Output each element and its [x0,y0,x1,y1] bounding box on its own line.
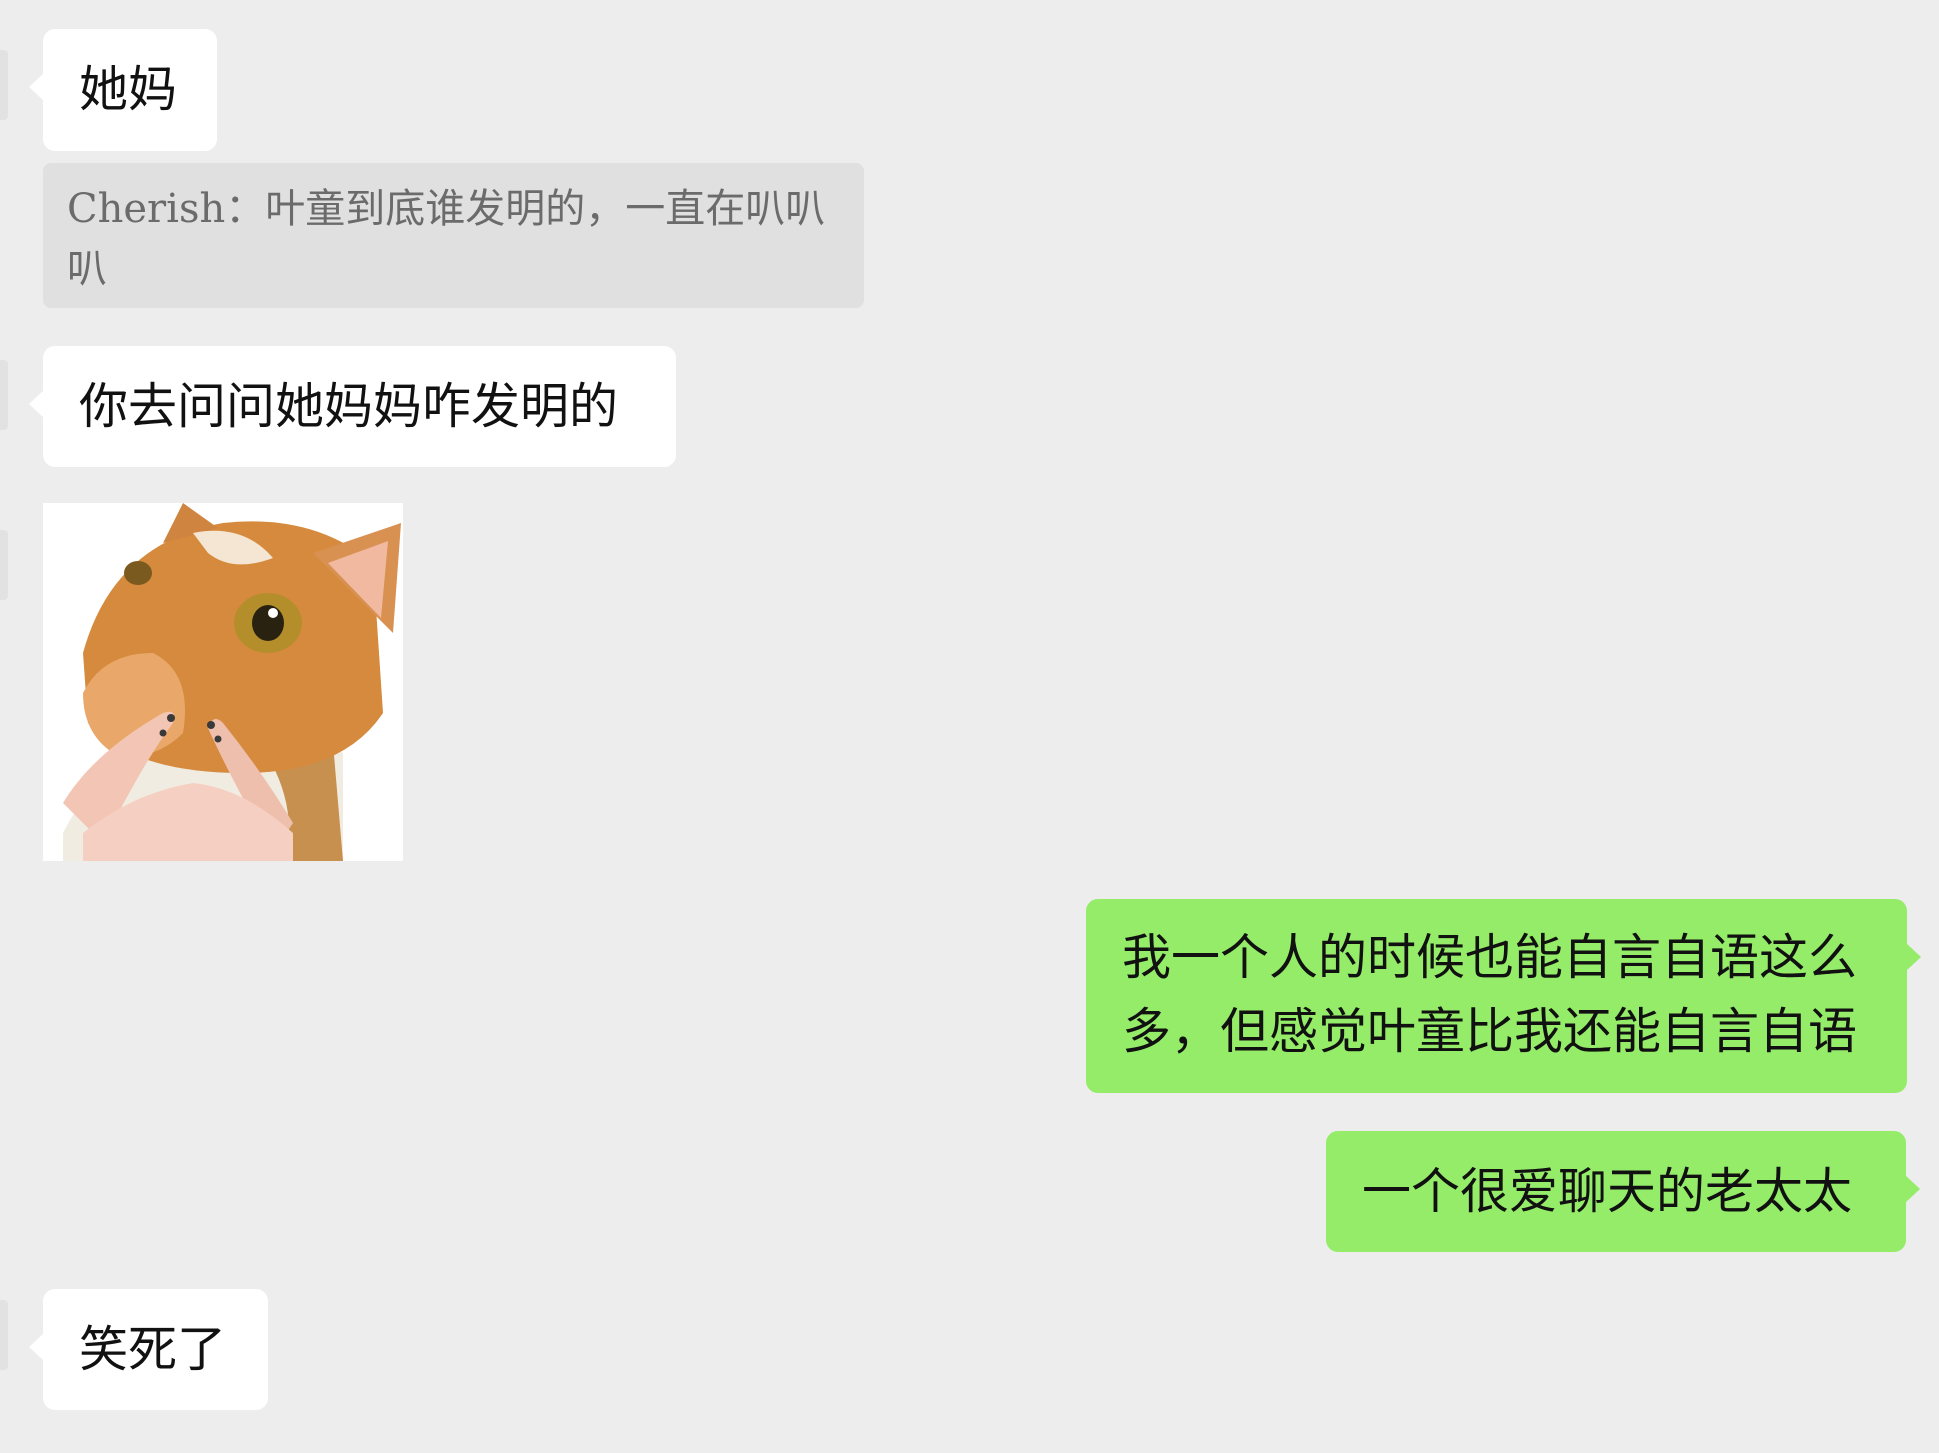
message-text: 你去问问她妈妈咋发明的 [79,378,619,435]
quoted-message[interactable]: Cherish：叶童到底谁发明的，一直在叭叭叭 [43,163,864,308]
message-text: 我一个人的时候也能自言自语这么多，但感觉叶童比我还能自言自语 [1122,929,1858,1060]
message-text: 一个很爱聊天的老太太 [1362,1163,1853,1220]
cat-with-hands-sticker-icon [43,503,403,861]
avatar-edge [0,50,8,120]
incoming-message-bubble[interactable]: 笑死了 [29,1289,268,1410]
avatar-edge [0,530,8,600]
incoming-message-bubble[interactable]: 她妈 [29,29,217,151]
chat-view: 她妈 Cherish：叶童到底谁发明的，一直在叭叭叭 你去问问她妈妈咋发明的 我… [0,0,1939,1453]
message-text: 她妈 [79,61,178,118]
outgoing-message-bubble[interactable]: 我一个人的时候也能自言自语这么多，但感觉叶童比我还能自言自语 [1086,899,1921,1093]
quoted-message-text: Cherish：叶童到底谁发明的，一直在叭叭叭 [67,186,826,292]
avatar-edge [0,360,8,430]
avatar-edge [0,1300,8,1370]
incoming-message-bubble[interactable]: 你去问问她妈妈咋发明的 [29,346,676,467]
message-text: 笑死了 [79,1321,227,1378]
cat-sticker-image[interactable] [43,503,403,861]
outgoing-message-bubble[interactable]: 一个很爱聊天的老太太 [1326,1131,1920,1252]
